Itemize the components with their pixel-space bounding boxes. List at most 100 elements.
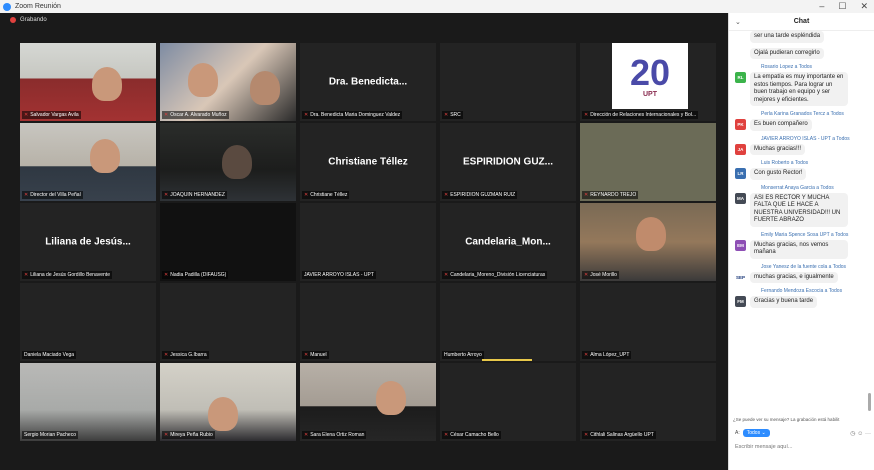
chat-message: Jose Yanesz de la fuente cola a Todos SEP… <box>735 263 869 283</box>
muted-mic-icon: ✕ <box>584 432 589 438</box>
participant-tile[interactable]: ✕ Oscar A. Alvarado Muñoz <box>160 43 296 121</box>
participant-tile[interactable]: ESPIRIDION GUZ... ✕ ESPIRIDION GUZMAN RUI… <box>440 123 576 201</box>
chat-message-sender: Fernando Mendoza Escocia a Todos <box>761 288 843 294</box>
minimize-button[interactable]: – <box>819 1 824 12</box>
chat-panel: ⌄ Chat ser una tarde espléndida Ojalá pud… <box>728 13 874 470</box>
chat-message-text: La empatía es muy importante en estos ti… <box>750 72 848 106</box>
speaking-indicator <box>482 359 532 361</box>
participant-tile[interactable]: ✕ César Camacho Bello <box>440 363 576 441</box>
participant-tile[interactable]: ✕ José Morillo <box>580 203 716 281</box>
chat-message-sender: Jose Yanesz de la fuente cola a Todos <box>761 263 847 270</box>
window-titlebar: Zoom Reunión – ☐ ✕ <box>0 0 874 13</box>
muted-mic-icon: ✕ <box>304 192 309 198</box>
recipient-label: A: <box>735 430 740 436</box>
participant-name: ✕ Jessica G.Ibarra <box>162 351 209 359</box>
person-shape <box>636 217 666 251</box>
participant-tile[interactable]: ✕ Manuel <box>300 283 436 361</box>
participant-tile[interactable]: ✕ Cithlali Salinas Argüello UPT <box>580 363 716 441</box>
chat-message: Rosario Lopez a Todos RL La empatía es muy… <box>735 64 869 106</box>
participant-name: ✕ Director del Villa Peñal <box>22 191 83 199</box>
chat-message-list[interactable]: ser una tarde espléndida Ojalá pudieran c… <box>729 31 874 415</box>
participant-name: ✕ Mireya Peña Rubio <box>162 431 215 439</box>
participant-name: ✕ Nadia Padilla (DIFAUSG) <box>162 271 229 279</box>
chat-message-sender: Monserrat Anaya Garcia a Todos <box>761 184 834 191</box>
participant-tile[interactable]: ✕ Salvador Vargas Avila <box>20 43 156 121</box>
avatar: LR <box>735 168 746 179</box>
muted-mic-icon: ✕ <box>584 272 589 278</box>
participant-video <box>20 363 156 441</box>
participant-tile[interactable]: Humberto Arroyo <box>440 283 576 361</box>
participant-tile[interactable]: ✕ Mireya Peña Rubio <box>160 363 296 441</box>
chat-message: JAVIER ARROYO ISLAS - UPT a Todos JA Mucha… <box>735 136 869 155</box>
participant-tile[interactable]: ✕ REYNARDO TREJO <box>580 123 716 201</box>
participant-tile[interactable]: JAVIER ARROYO ISLAS - UPT <box>300 203 436 281</box>
participant-name: ✕ Dirección de Relaciones Internacionales… <box>582 111 699 119</box>
chat-message-text: Ojalá pudieran corregirlo <box>750 47 824 59</box>
participant-name: ✕ Dra. Benedicta Maria Dominguez Valdez <box>302 111 403 119</box>
avatar: RL <box>735 72 746 83</box>
participant-name: ✕ Christiane Téllez <box>302 191 350 199</box>
participant-tile[interactable]: ✕ Sara Elena Ortiz Roman <box>300 363 436 441</box>
participant-initials-name: Candelaria_Mon... <box>465 236 551 248</box>
muted-mic-icon: ✕ <box>584 352 589 358</box>
muted-mic-icon: ✕ <box>584 192 589 198</box>
participant-tile[interactable]: 20 UPT ✕ Dirección de Relaciones Internac… <box>580 43 716 121</box>
recipient-dropdown[interactable]: Todos ⌄ <box>742 429 770 437</box>
close-button[interactable]: ✕ <box>860 1 868 12</box>
participant-name: Humberto Arroyo <box>442 351 484 359</box>
chevron-down-icon[interactable]: ⌄ <box>735 18 741 26</box>
participant-tile[interactable]: ✕ Jessica G.Ibarra <box>160 283 296 361</box>
chat-message: Perla Karina Granados Tercz a Todos PK Es … <box>735 111 869 131</box>
person-shape <box>208 397 238 431</box>
chat-recipient-row: A: Todos ⌄ ◷ ☺ ··· <box>735 429 871 437</box>
chat-message: Emily Maria Spence Sosa UPT a Todos EM Muc… <box>735 232 869 259</box>
participant-tile[interactable]: Liliana de Jesús... ✕ Liliana de Jesús Go… <box>20 203 156 281</box>
chat-message-input[interactable] <box>735 442 869 452</box>
person-shape <box>92 67 122 101</box>
recording-label: Grabando <box>20 17 47 23</box>
participant-video <box>160 43 296 121</box>
chat-toolbar-icons[interactable]: ◷ ☺ ··· <box>850 430 871 437</box>
avatar: EM <box>735 239 746 251</box>
chat-message-text: Con gusto Rector! <box>750 168 807 180</box>
window-title: Zoom Reunión <box>15 3 61 10</box>
muted-mic-icon: ✕ <box>444 112 449 118</box>
recording-dot-icon <box>10 17 16 23</box>
participant-video <box>20 123 156 201</box>
anniversary-logo: 20 UPT <box>612 43 688 109</box>
chat-message: ser una tarde espléndida <box>735 31 869 43</box>
participant-tile[interactable]: Sergio Morian Pacheco <box>20 363 156 441</box>
chat-message-text: muchas gracias, e igualmente <box>750 271 838 283</box>
zoom-app-icon <box>3 2 11 11</box>
participant-video <box>300 363 436 441</box>
chat-message: Ojalá pudieran corregirlo <box>735 47 869 59</box>
participant-initials-name: Dra. Benedicta... <box>328 76 408 88</box>
muted-mic-icon: ✕ <box>164 352 169 358</box>
chat-scrollbar[interactable] <box>868 393 871 411</box>
chat-message-text: ser una tarde espléndida <box>750 31 825 43</box>
chat-message: Monserrat Anaya Garcia a Todos MA ASI ES R… <box>735 185 869 227</box>
avatar: SEP <box>735 271 746 283</box>
participant-tile[interactable]: Christiane Téllez ✕ Christiane Téllez <box>300 123 436 201</box>
maximize-button[interactable]: ☐ <box>838 1 846 12</box>
chat-message: Fernando Mendoza Escocia a Todos FM Gracia… <box>735 288 869 308</box>
muted-mic-icon: ✕ <box>444 272 449 278</box>
chat-message-sender: Rosario Lopez a Todos <box>761 64 813 70</box>
participant-tile[interactable]: ✕ SRC <box>440 43 576 121</box>
participant-video <box>20 43 156 121</box>
participant-name: ✕ Manuel <box>302 351 329 359</box>
participant-tile[interactable]: Daniela Maciado Vega <box>20 283 156 361</box>
chat-message-text: Gracias y buena tarde <box>750 296 818 308</box>
gallery-view: Grabando ✕ Salvador Vargas Avila ✕ Oscar A… <box>0 13 728 470</box>
participant-tile-active-speaker[interactable]: ✕ JOAQUIN HERNANDEZ <box>160 123 296 201</box>
participant-name: ✕ Candelaria_Moreno_División Licenciatura… <box>442 271 548 279</box>
muted-mic-icon: ✕ <box>304 112 309 118</box>
muted-mic-icon: ✕ <box>444 432 449 438</box>
participant-tile[interactable]: Candelaria_Mon... ✕ Candelaria_Moreno_Div… <box>440 203 576 281</box>
participant-tile[interactable]: ✕ Director del Villa Peñal <box>20 123 156 201</box>
person-shape <box>90 139 120 173</box>
participant-tile[interactable]: ✕ Nadia Padilla (DIFAUSG) <box>160 203 296 281</box>
person-shape <box>250 71 280 105</box>
participant-tile[interactable]: ✕ Alma López_UPT <box>580 283 716 361</box>
participant-tile[interactable]: Dra. Benedicta... ✕ Dra. Benedicta Maria … <box>300 43 436 121</box>
